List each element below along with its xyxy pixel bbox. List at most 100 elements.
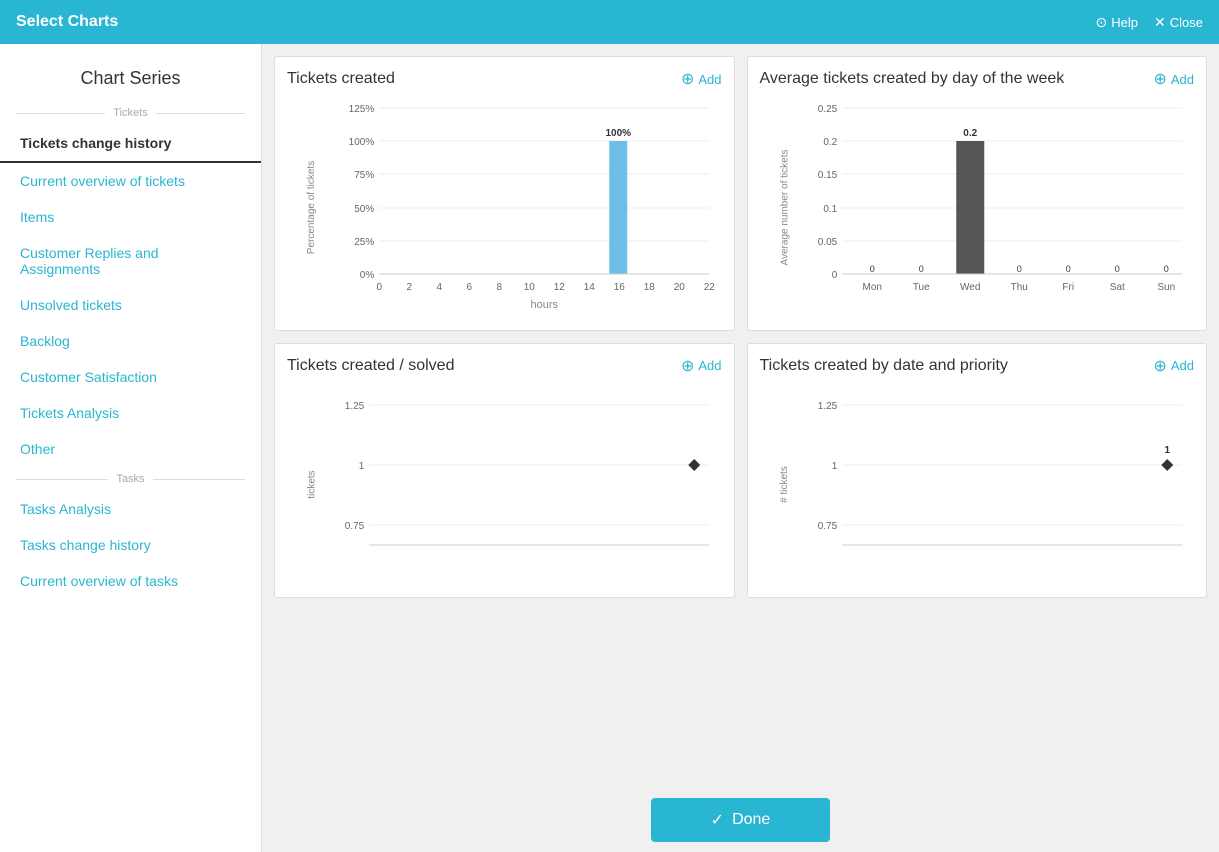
chart-body-1: Percentage of tickets 125% 100 <box>287 98 722 318</box>
svg-text:hours: hours <box>530 299 558 311</box>
y-axis-label-3: tickets <box>307 470 318 498</box>
svg-text:0.2: 0.2 <box>823 137 837 148</box>
chart-plot-1: 125% 100% 75% 50% 25% 0% 100% <box>337 98 722 318</box>
svg-text:Fri: Fri <box>1062 282 1074 293</box>
svg-text:0: 0 <box>1163 264 1168 274</box>
svg-text:1: 1 <box>359 461 365 472</box>
svg-text:8: 8 <box>496 282 502 293</box>
chart-tickets-solved: Tickets created / solved ⊕ Add tickets <box>274 343 735 598</box>
chart-body-4: # tickets 1.25 1 0.75 1 <box>760 385 1195 585</box>
svg-text:1.25: 1.25 <box>345 401 365 412</box>
dot-priority <box>1161 459 1173 471</box>
sidebar-item-other[interactable]: Other <box>0 431 261 467</box>
chart-header-2: Average tickets created by day of the we… <box>760 69 1195 90</box>
svg-text:0: 0 <box>918 264 923 274</box>
chart-plot-2: 0.25 0.2 0.15 0.1 0.05 0 0 <box>810 98 1195 318</box>
svg-text:0: 0 <box>376 282 382 293</box>
svg-text:0.05: 0.05 <box>817 237 837 248</box>
svg-text:0%: 0% <box>360 270 375 281</box>
svg-text:0: 0 <box>1016 264 1021 274</box>
done-overlay: ✓ Done <box>262 788 1219 852</box>
chart-title-2: Average tickets created by day of the we… <box>760 69 1065 90</box>
y-axis-container-4: # tickets <box>760 385 810 585</box>
svg-text:0: 0 <box>831 270 837 281</box>
svg-text:0.1: 0.1 <box>823 204 837 215</box>
sidebar-item-tickets-change-history[interactable]: Tickets change history <box>0 125 261 163</box>
svg-text:Sun: Sun <box>1157 282 1175 293</box>
sidebar-item-backlog[interactable]: Backlog <box>0 323 261 359</box>
y-axis-label-4: # tickets <box>779 466 790 503</box>
bar-hour16 <box>609 141 627 274</box>
add-icon-3: ⊕ <box>681 356 694 376</box>
svg-text:0: 0 <box>1065 264 1070 274</box>
sidebar-item-tasks-analysis[interactable]: Tasks Analysis <box>0 491 261 527</box>
svg-text:1.25: 1.25 <box>817 401 837 412</box>
done-button[interactable]: ✓ Done <box>651 798 831 842</box>
svg-text:0.2: 0.2 <box>963 128 977 139</box>
chart-svg-4: 1.25 1 0.75 1 <box>810 385 1195 585</box>
sidebar-item-items[interactable]: Items <box>0 199 261 235</box>
svg-text:75%: 75% <box>354 170 374 181</box>
sidebar-item-customer-replies[interactable]: Customer Replies and Assignments <box>0 235 261 287</box>
y-axis-container-1: Percentage of tickets <box>287 98 337 318</box>
svg-text:16: 16 <box>614 282 626 293</box>
close-button[interactable]: ✕ Close <box>1154 14 1203 31</box>
sidebar-item-current-overview-tasks[interactable]: Current overview of tasks <box>0 563 261 599</box>
main-layout: Chart Series Tickets Tickets change hist… <box>0 44 1219 852</box>
chart-header-4: Tickets created by date and priority ⊕ A… <box>760 356 1195 377</box>
svg-text:50%: 50% <box>354 204 374 215</box>
svg-text:14: 14 <box>584 282 596 293</box>
chart-title-1: Tickets created <box>287 69 395 90</box>
sidebar: Chart Series Tickets Tickets change hist… <box>0 44 262 852</box>
chart-tickets-by-priority: Tickets created by date and priority ⊕ A… <box>747 343 1208 598</box>
bar-wed <box>956 141 984 274</box>
add-button-2[interactable]: ⊕ Add <box>1153 69 1194 89</box>
add-icon-4: ⊕ <box>1153 356 1166 376</box>
header: Select Charts ⊙ Help ✕ Close <box>0 0 1219 44</box>
header-actions: ⊙ Help ✕ Close <box>1096 14 1203 31</box>
chart-avg-by-day: Average tickets created by day of the we… <box>747 56 1208 331</box>
help-button[interactable]: ⊙ Help <box>1096 14 1138 31</box>
chart-svg-2: 0.25 0.2 0.15 0.1 0.05 0 0 <box>810 98 1195 318</box>
svg-text:0.25: 0.25 <box>817 104 837 115</box>
sidebar-item-tickets-analysis[interactable]: Tickets Analysis <box>0 395 261 431</box>
svg-text:Sat: Sat <box>1109 282 1124 293</box>
svg-text:125%: 125% <box>349 104 375 115</box>
y-axis-label-1: Percentage of tickets <box>307 161 318 254</box>
sidebar-item-tasks-change-history[interactable]: Tasks change history <box>0 527 261 563</box>
svg-text:0.75: 0.75 <box>345 521 365 532</box>
sidebar-item-customer-satisfaction[interactable]: Customer Satisfaction <box>0 359 261 395</box>
add-icon-1: ⊕ <box>681 69 694 89</box>
chart-body-3: tickets 1.25 1 0.75 <box>287 385 722 585</box>
content-area: Tickets created ⊕ Add Percentage of tick… <box>262 44 1219 852</box>
svg-text:18: 18 <box>644 282 656 293</box>
svg-text:6: 6 <box>466 282 472 293</box>
header-title: Select Charts <box>16 13 118 31</box>
add-button-1[interactable]: ⊕ Add <box>681 69 722 89</box>
svg-text:22: 22 <box>704 282 716 293</box>
y-axis-label-2: Average number of tickets <box>779 150 790 266</box>
chart-body-2: Average number of tickets 0.25 <box>760 98 1195 318</box>
chart-title-4: Tickets created by date and priority <box>760 356 1008 377</box>
svg-text:0: 0 <box>1114 264 1119 274</box>
done-check-icon: ✓ <box>711 810 724 830</box>
svg-text:Mon: Mon <box>862 282 881 293</box>
add-button-4[interactable]: ⊕ Add <box>1153 356 1194 376</box>
sidebar-item-current-overview[interactable]: Current overview of tickets <box>0 163 261 199</box>
y-axis-container-2: Average number of tickets <box>760 98 810 318</box>
add-button-3[interactable]: ⊕ Add <box>681 356 722 376</box>
chart-title-3: Tickets created / solved <box>287 356 454 377</box>
svg-text:0: 0 <box>869 264 874 274</box>
svg-text:Tue: Tue <box>912 282 929 293</box>
close-icon: ✕ <box>1154 14 1166 31</box>
chart-svg-3: 1.25 1 0.75 <box>337 385 722 585</box>
add-icon-2: ⊕ <box>1153 69 1166 89</box>
svg-text:25%: 25% <box>354 237 374 248</box>
svg-text:12: 12 <box>554 282 566 293</box>
chart-tickets-created: Tickets created ⊕ Add Percentage of tick… <box>274 56 735 331</box>
sidebar-item-unsolved-tickets[interactable]: Unsolved tickets <box>0 287 261 323</box>
chart-header-3: Tickets created / solved ⊕ Add <box>287 356 722 377</box>
svg-text:0.75: 0.75 <box>817 521 837 532</box>
svg-text:100%: 100% <box>349 137 375 148</box>
help-icon: ⊙ <box>1096 14 1108 31</box>
